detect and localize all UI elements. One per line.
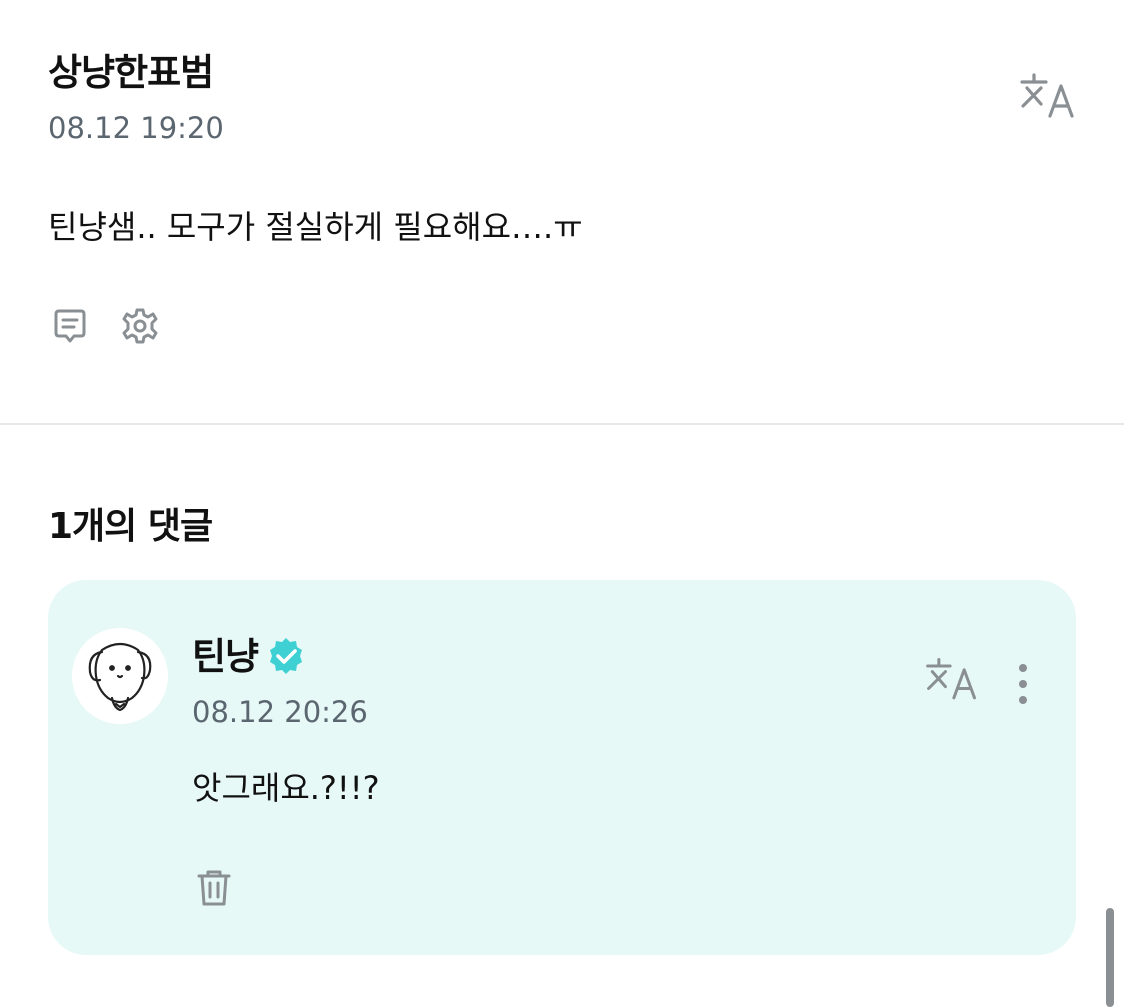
avatar[interactable]: [72, 628, 168, 724]
comment-date: 08.12 20:26: [192, 695, 368, 729]
comment-card: 틴냥 08.12 20:26 앗그래요.?!!?: [48, 580, 1076, 955]
post-actions: [48, 304, 162, 348]
comment-author-row: 틴냥: [192, 632, 308, 682]
verified-badge-icon: [264, 635, 308, 679]
post-body: 틴냥샘.. 모구가 절실하게 필요해요….ㅠ: [48, 208, 583, 246]
post-author[interactable]: 상냥한표범: [48, 48, 214, 98]
scrollbar[interactable]: [1106, 908, 1114, 1007]
translate-icon[interactable]: [1016, 70, 1080, 126]
divider: [0, 423, 1124, 425]
comment-body: 앗그래요.?!!?: [192, 769, 380, 807]
comment-author[interactable]: 틴냥: [192, 632, 259, 682]
gear-icon[interactable]: [118, 304, 162, 348]
comment-icon[interactable]: [48, 304, 92, 348]
translate-icon[interactable]: [922, 654, 982, 708]
more-vertical-icon[interactable]: [1006, 660, 1040, 708]
comments-count-title: 1개의 댓글: [48, 506, 213, 547]
post-date: 08.12 19:20: [48, 111, 224, 145]
post: 상냥한표범 08.12 19:20 틴냥샘.. 모구가 절실하게 필요해요….ㅠ: [0, 0, 1124, 424]
trash-icon[interactable]: [192, 866, 236, 910]
